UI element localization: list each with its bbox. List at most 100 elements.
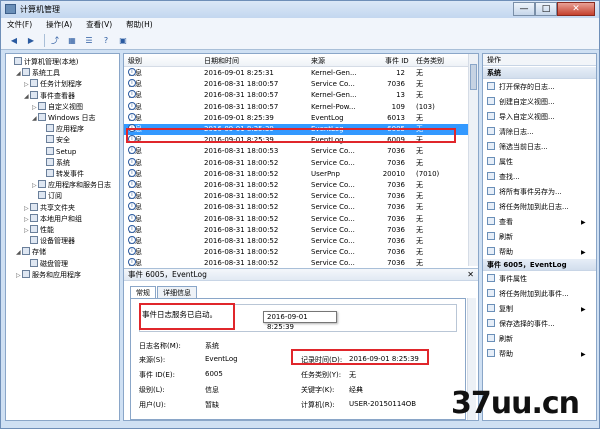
toolbar-separator — [44, 34, 45, 47]
tree-item[interactable]: ▷ 共享文件夹 — [24, 202, 75, 214]
tree-item-label: 系统 — [56, 158, 70, 167]
cell-id: 7036 — [387, 225, 405, 234]
forward-icon[interactable]: ▶ — [24, 34, 38, 47]
tree-item[interactable]: 转发事件 — [40, 169, 84, 180]
action-item[interactable]: 事件属性 — [487, 274, 527, 285]
properties-icon[interactable]: ☰ — [82, 34, 96, 47]
close-button[interactable]: ✕ — [557, 2, 595, 16]
action-label: 复制 — [499, 305, 513, 313]
menu-file[interactable]: 文件(F) — [7, 18, 32, 32]
tree-item[interactable]: ◢ 存储 — [16, 247, 46, 258]
actions-section-system[interactable]: 系统 — [483, 67, 596, 79]
tree-item[interactable]: 设备管理器 — [24, 236, 75, 247]
cell-source: Service Co... — [311, 248, 355, 257]
minimize-button[interactable]: — — [513, 2, 535, 16]
action-item[interactable]: 属性 — [487, 157, 513, 168]
back-icon[interactable]: ◀ — [7, 34, 21, 47]
action-item[interactable]: 导入自定义视图... — [487, 112, 555, 123]
tree-item[interactable]: 磁盘管理 — [24, 258, 68, 270]
table-row[interactable]: i信息 2016-08-31 18:00:52 Service Co... 7036 无 — [124, 236, 469, 247]
cell-category: 无 — [416, 225, 423, 234]
table-row[interactable]: i信息 2016-08-31 18:00:53 Service Co... 7036 无 — [124, 146, 469, 157]
table-row[interactable]: i信息 2016-09-01 8:25:39 EventLog 6013 无 — [124, 112, 469, 124]
tree-item[interactable]: 安全 — [40, 135, 70, 146]
tree-node-icon — [38, 191, 46, 200]
action-item[interactable]: 刷新 — [487, 232, 513, 243]
action-item[interactable]: 保存选择的事件... — [487, 319, 555, 330]
maximize-button[interactable]: □ — [535, 2, 557, 16]
cell-datetime: 2016-08-31 18:00:52 — [204, 169, 279, 178]
cell-source: Service Co... — [311, 214, 355, 223]
action-item[interactable]: 将任务附加到此事件... — [487, 289, 569, 300]
action-item[interactable]: 复制 ▶ — [487, 304, 586, 315]
action-item[interactable]: 筛选当前日志... — [487, 142, 548, 153]
tree-item[interactable]: ▷ 自定义视图 — [32, 101, 83, 113]
tree-item[interactable]: ▷ 性能 — [24, 225, 54, 236]
action-item[interactable]: 帮助 ▶ — [487, 247, 586, 258]
export-icon[interactable]: ▣ — [116, 34, 130, 47]
table-row[interactable]: i信息 2016-08-31 18:00:52 Service Co... 7036 无 — [124, 202, 469, 213]
table-row[interactable]: i信息 2016-08-31 18:00:52 Service Co... 7036 无 — [124, 191, 469, 202]
tree-item[interactable]: ◢ 系统工具 — [16, 68, 60, 79]
col-level[interactable]: 级别 — [128, 56, 142, 66]
cell-id: 20010 — [382, 169, 405, 178]
tree-item[interactable]: ◢ 事件查看器 — [24, 90, 75, 102]
menu-action[interactable]: 操作(A) — [46, 18, 72, 32]
action-item[interactable]: 将任务附加到此日志... — [487, 202, 569, 213]
message-highlight — [139, 303, 235, 330]
col-event-id[interactable]: 事件 ID — [385, 56, 409, 66]
action-item[interactable]: 清除日志... — [487, 127, 534, 138]
action-item[interactable]: 刷新 — [487, 334, 513, 345]
tree-item[interactable]: ▷ 本地用户和组 — [24, 213, 82, 225]
tree-item[interactable]: ▷ 任务计划程序 — [24, 79, 82, 90]
tree-item[interactable]: ▷ 服务和应用程序 — [16, 269, 81, 281]
col-datetime[interactable]: 日期和时间 — [204, 56, 239, 66]
cell-level-wrap: i信息 — [128, 146, 142, 157]
computer-value: USER-20150114OB — [349, 400, 417, 408]
cell-category: 无 — [416, 69, 423, 77]
table-row[interactable]: i信息 2016-08-31 18:00:52 Service Co... 7036 无 — [124, 180, 469, 191]
cell-level-wrap: i信息 — [128, 157, 142, 169]
action-item[interactable]: 查找... — [487, 172, 520, 183]
tree-item[interactable]: ◢ Windows 日志 — [32, 113, 95, 124]
tree-item[interactable]: 系统 — [40, 157, 70, 169]
table-row[interactable]: i信息 2016-09-01 8:25:31 Kernel-Gen... 12 无 — [124, 68, 469, 79]
action-item[interactable]: 帮助 ▶ — [487, 349, 586, 360]
col-source[interactable]: 来源 — [311, 56, 325, 66]
table-row[interactable]: i信息 2016-08-31 18:00:57 Kernel-Gen... 13 无 — [124, 90, 469, 101]
table-row[interactable]: i信息 2016-08-31 18:00:52 Service Co... 7036 无 — [124, 224, 469, 236]
table-row[interactable]: i信息 2016-08-31 18:00:57 Service Co... 7036 无 — [124, 79, 469, 90]
table-row[interactable]: i信息 2016-08-31 18:00:52 Service Co... 7036 无 — [124, 157, 469, 169]
tree-item[interactable]: ▷ 应用程序和服务日志 — [32, 180, 111, 191]
title-bar[interactable]: 计算机管理 — □ ✕ — [1, 1, 599, 18]
action-item[interactable]: 查看 ▶ — [487, 217, 586, 228]
tree-item-label: 系统工具 — [32, 69, 60, 78]
actions-header: 操作 — [483, 54, 596, 66]
cell-category: 无 — [416, 237, 423, 245]
action-item[interactable]: 将所有事件另存为... — [487, 187, 562, 198]
table-row[interactable]: i信息 2016-08-31 18:00:52 Service Co... 7036 无 — [124, 213, 469, 225]
menu-view[interactable]: 查看(V) — [86, 18, 112, 32]
table-row[interactable]: i信息 2016-08-31 18:00:57 Kernel-Pow... 109 (1… — [124, 101, 469, 113]
actions-section-event[interactable]: 事件 6005，EventLog — [483, 259, 596, 271]
cell-level-wrap: i信息 — [128, 112, 142, 124]
action-item[interactable]: 创建自定义视图... — [487, 97, 555, 108]
tree-item[interactable]: 计算机管理(本地) — [8, 57, 78, 68]
col-category[interactable]: 任务类别 — [416, 56, 444, 66]
source-value: EventLog — [205, 355, 238, 363]
menu-help[interactable]: 帮助(H) — [126, 18, 153, 32]
cell-id: 7036 — [387, 147, 405, 156]
table-row[interactable]: i信息 2016-08-31 18:00:52 Service Co... 7036 无 — [124, 247, 469, 258]
tree-item[interactable]: Setup — [40, 146, 76, 158]
detail-close-icon[interactable]: ✕ — [467, 269, 474, 281]
table-row[interactable]: i信息 2016-08-31 18:00:52 UserPnp 20010 (7010) — [124, 168, 469, 180]
action-label: 清除日志... — [499, 128, 534, 136]
tree-item[interactable]: 订阅 — [32, 191, 62, 202]
tree-item[interactable]: 应用程序 — [40, 124, 84, 135]
action-item[interactable]: 打开保存的日志... — [487, 82, 555, 93]
show-hide-tree-icon[interactable]: ▦ — [65, 34, 79, 47]
help-icon[interactable]: ? — [99, 34, 113, 47]
up-icon[interactable]: ⤴ — [48, 34, 62, 47]
scroll-thumb[interactable] — [470, 64, 477, 90]
list-scrollbar[interactable] — [468, 54, 478, 266]
